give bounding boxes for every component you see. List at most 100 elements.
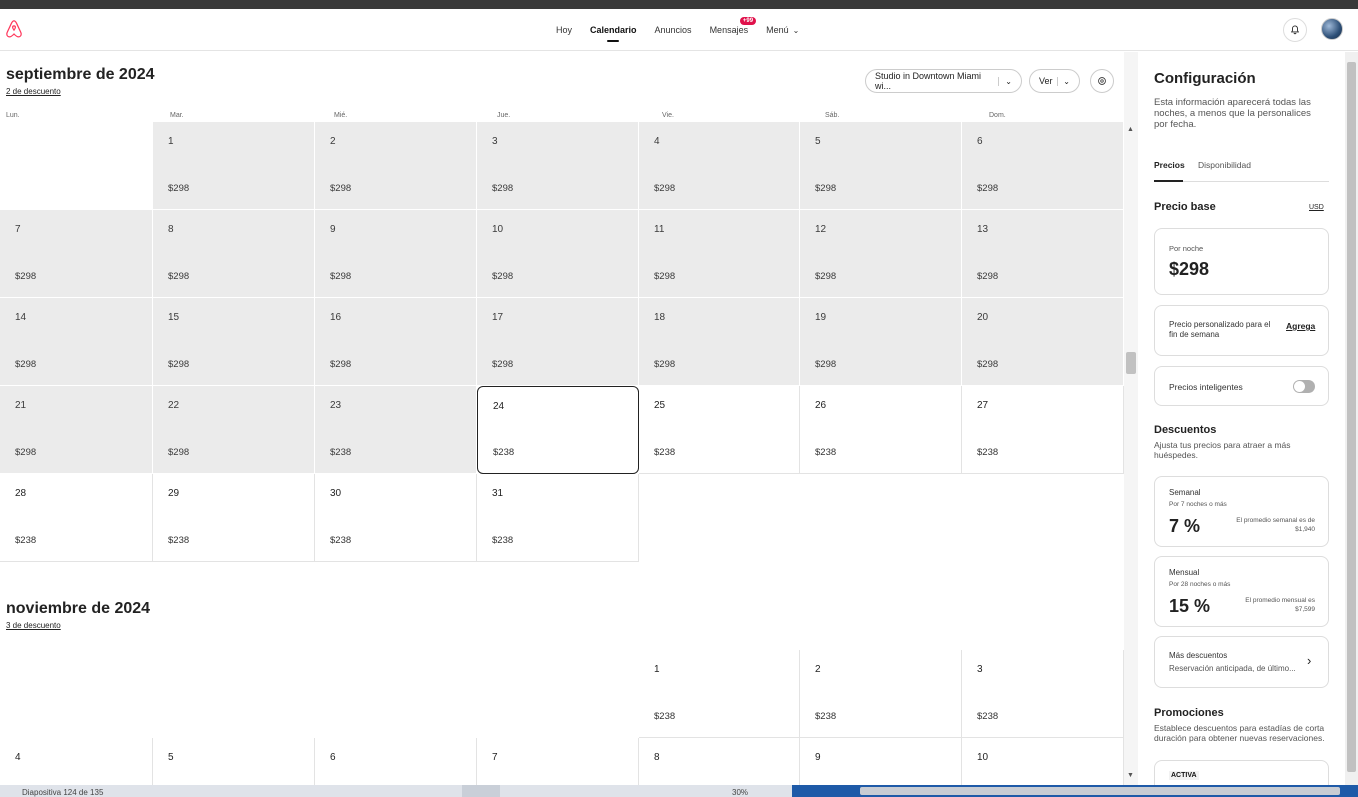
day-number: 3 bbox=[492, 136, 498, 147]
background-taskbar: Diapositiva 124 de 135 30% bbox=[0, 785, 1358, 797]
day-number: 6 bbox=[330, 752, 336, 763]
horizontal-scroll-thumb[interactable] bbox=[860, 787, 1340, 795]
nav-mensajes[interactable]: Mensajes +99 bbox=[709, 9, 757, 51]
more-discounts-sub: Reservación anticipada, de último... bbox=[1169, 664, 1296, 673]
calendar-day[interactable]: 31 $238 bbox=[477, 474, 639, 562]
nav-anuncios[interactable]: Anuncios bbox=[655, 9, 692, 51]
tab-disponibilidad[interactable]: Disponibilidad bbox=[1198, 160, 1251, 182]
nav-hoy[interactable]: Hoy bbox=[556, 9, 572, 51]
airbnb-logo-icon[interactable] bbox=[4, 18, 24, 40]
calendar-day[interactable]: 1 $298 bbox=[153, 122, 315, 210]
calendar-day[interactable]: 22 $298 bbox=[153, 386, 315, 474]
view-select[interactable]: Ver ⌄ bbox=[1029, 69, 1080, 93]
day-price: $298 bbox=[15, 447, 37, 458]
discount-link[interactable]: 3 de descuento bbox=[6, 621, 61, 630]
day-number: 28 bbox=[15, 488, 27, 499]
calendar-day[interactable]: 5 bbox=[153, 738, 315, 785]
day-number: 12 bbox=[815, 224, 827, 235]
calendar-day[interactable]: 10 $298 bbox=[477, 210, 639, 298]
day-price: $238 bbox=[654, 447, 676, 458]
calendar-day[interactable]: 2 $298 bbox=[315, 122, 477, 210]
weekly-value: 7 % bbox=[1169, 516, 1201, 536]
calendar-day[interactable]: 29 $238 bbox=[153, 474, 315, 562]
calendar-day[interactable]: 4 $298 bbox=[639, 122, 800, 210]
chevron-down-icon: ⌄ bbox=[792, 25, 800, 35]
calendar-day[interactable]: 17 $298 bbox=[477, 298, 639, 386]
notifications-button[interactable] bbox=[1283, 18, 1307, 42]
scrollbar-thumb[interactable] bbox=[1126, 352, 1136, 374]
calendar-day[interactable]: 18 $298 bbox=[639, 298, 800, 386]
nav-mensajes-label: Mensajes bbox=[709, 25, 749, 35]
calendar-day[interactable]: 24 $238 bbox=[477, 386, 639, 474]
calendar-day[interactable]: 9 $298 bbox=[315, 210, 477, 298]
nav-menu[interactable]: Menú ⌄ bbox=[766, 9, 799, 51]
month-title: septiembre de 2024 bbox=[6, 66, 155, 83]
day-price: $238 bbox=[493, 447, 515, 458]
tab-precios[interactable]: Precios bbox=[1154, 160, 1185, 182]
calendar-day[interactable]: 12 $298 bbox=[800, 210, 962, 298]
per-night-card[interactable]: Por noche $298 bbox=[1154, 228, 1329, 295]
calendar-day[interactable]: 28 $238 bbox=[0, 474, 153, 562]
calendar-day[interactable]: 13 $298 bbox=[962, 210, 1124, 298]
panel-scrollbar-thumb[interactable] bbox=[1347, 62, 1356, 772]
discounts-description: Ajusta tus precios para atraer a más hué… bbox=[1154, 440, 1291, 460]
calendar-day[interactable]: 11 $298 bbox=[639, 210, 800, 298]
calendar-day[interactable]: 21 $298 bbox=[0, 386, 153, 474]
scroll-up-icon[interactable]: ▲ bbox=[1127, 126, 1134, 133]
base-price-title: Precio base bbox=[1154, 201, 1216, 213]
day-price: $298 bbox=[492, 183, 514, 194]
calendar-day[interactable]: 14 $298 bbox=[0, 298, 153, 386]
scroll-down-icon[interactable]: ▼ bbox=[1127, 772, 1134, 779]
currency-link[interactable]: USD bbox=[1309, 204, 1324, 211]
calendar-day[interactable]: 3 $238 bbox=[962, 650, 1124, 738]
discount-link[interactable]: 2 de descuento bbox=[6, 87, 61, 96]
nav-calendario[interactable]: Calendario bbox=[590, 9, 637, 51]
weekday-label: Sáb. bbox=[825, 112, 840, 119]
calendar-day[interactable]: 10 bbox=[962, 738, 1124, 785]
smart-pricing-label: Precios inteligentes bbox=[1169, 382, 1243, 392]
monthly-discount-card[interactable]: Mensual Por 28 noches o más 15 % El prom… bbox=[1154, 556, 1329, 627]
calendar-day[interactable]: 27 $238 bbox=[962, 386, 1124, 474]
calendar-scrollbar[interactable]: ▲ ▼ bbox=[1124, 52, 1138, 785]
weekend-add-link[interactable]: Agrega bbox=[1286, 321, 1315, 331]
listing-select[interactable]: Studio in Downtown Miami wi... ⌄ bbox=[865, 69, 1022, 93]
panel-scrollbar[interactable] bbox=[1345, 52, 1358, 785]
day-price: $298 bbox=[654, 271, 676, 282]
day-number: 9 bbox=[330, 224, 336, 235]
calendar-day[interactable]: 1 $238 bbox=[639, 650, 800, 738]
calendar-day[interactable]: 2 $238 bbox=[800, 650, 962, 738]
calendar-day[interactable]: 7 $298 bbox=[0, 210, 153, 298]
view-button-highlight bbox=[462, 785, 500, 797]
calendar-day[interactable]: 30 $238 bbox=[315, 474, 477, 562]
settings-button[interactable] bbox=[1090, 69, 1114, 93]
calendar-day[interactable]: 7 bbox=[477, 738, 639, 785]
promotion-card[interactable]: ACTIVA bbox=[1154, 760, 1329, 785]
calendar-day[interactable]: 8 bbox=[639, 738, 800, 785]
calendar-day[interactable]: 3 $298 bbox=[477, 122, 639, 210]
calendar-day[interactable]: 9 bbox=[800, 738, 962, 785]
calendar-day[interactable]: 6 bbox=[315, 738, 477, 785]
day-number: 15 bbox=[168, 312, 180, 323]
chevron-down-icon: ⌄ bbox=[998, 76, 1012, 86]
calendar-day[interactable]: 19 $298 bbox=[800, 298, 962, 386]
nav-anuncios-label: Anuncios bbox=[654, 25, 692, 35]
day-price: $298 bbox=[815, 183, 837, 194]
calendar-day[interactable]: 15 $298 bbox=[153, 298, 315, 386]
calendar-day[interactable]: 16 $298 bbox=[315, 298, 477, 386]
smart-pricing-toggle[interactable] bbox=[1293, 380, 1315, 393]
weekend-price-card[interactable]: Precio personalizado para el fin de sema… bbox=[1154, 305, 1329, 356]
calendar-day[interactable]: 23 $238 bbox=[315, 386, 477, 474]
calendar-day[interactable]: 6 $298 bbox=[962, 122, 1124, 210]
calendar-day[interactable]: 26 $238 bbox=[800, 386, 962, 474]
weekly-discount-card[interactable]: Semanal Por 7 noches o más 7 % El promed… bbox=[1154, 476, 1329, 547]
day-price: $238 bbox=[330, 447, 352, 458]
avatar[interactable] bbox=[1321, 18, 1343, 40]
more-discounts-card[interactable]: Más descuentos Reservación anticipada, d… bbox=[1154, 636, 1329, 688]
calendar-day[interactable]: 25 $238 bbox=[639, 386, 800, 474]
day-number: 3 bbox=[977, 664, 983, 675]
calendar-day[interactable]: 20 $298 bbox=[962, 298, 1124, 386]
calendar-day[interactable]: 4 bbox=[0, 738, 153, 785]
nav-calendario-label: Calendario bbox=[590, 25, 637, 35]
calendar-day[interactable]: 8 $298 bbox=[153, 210, 315, 298]
calendar-day[interactable]: 5 $298 bbox=[800, 122, 962, 210]
